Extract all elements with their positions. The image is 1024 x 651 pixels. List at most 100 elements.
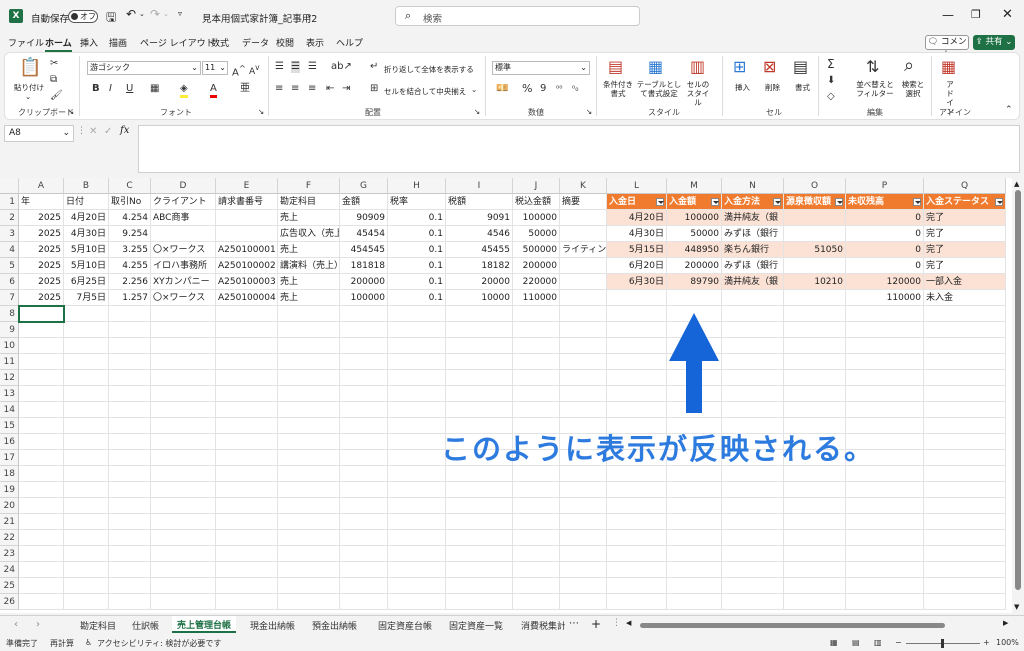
column-header[interactable]: J (513, 178, 560, 194)
tab-view[interactable]: 表示 (306, 36, 324, 49)
data-cell[interactable]: 220000 (513, 274, 560, 290)
cell[interactable] (722, 370, 784, 386)
cell[interactable] (151, 546, 216, 562)
cell[interactable] (151, 434, 216, 450)
data-cell[interactable]: 2025 (19, 242, 64, 258)
data-cell[interactable]: 広告収入（売上 (278, 226, 340, 242)
data-cell[interactable]: 10000 (446, 290, 513, 306)
cell[interactable] (607, 482, 667, 498)
cell[interactable] (64, 594, 109, 610)
cell[interactable] (340, 562, 388, 578)
zoom-slider-thumb[interactable] (941, 639, 944, 648)
cell[interactable] (513, 354, 560, 370)
data-cell[interactable]: 0.1 (388, 274, 446, 290)
data-cell[interactable]: 100000 (340, 290, 388, 306)
data-cell[interactable]: 4.254 (109, 210, 151, 226)
table-cell[interactable]: 楽ちん銀行 (722, 242, 784, 258)
cell[interactable] (340, 578, 388, 594)
data-cell[interactable]: 6月25日 (64, 274, 109, 290)
cell[interactable] (388, 530, 446, 546)
row-header[interactable]: 3 (0, 226, 19, 242)
data-cell[interactable]: 売上 (278, 290, 340, 306)
cell[interactable] (388, 514, 446, 530)
table-cell[interactable]: 完了 (924, 226, 1006, 242)
paste-icon[interactable]: 📋 (19, 58, 41, 78)
cell[interactable] (607, 338, 667, 354)
cell[interactable] (607, 370, 667, 386)
row-header[interactable]: 5 (0, 258, 19, 274)
data-cell[interactable] (560, 274, 607, 290)
cell[interactable] (513, 370, 560, 386)
cell[interactable] (64, 370, 109, 386)
table-cell[interactable]: 6月20日 (607, 258, 667, 274)
data-cell[interactable]: 500000 (513, 242, 560, 258)
table-cell[interactable]: 完了 (924, 242, 1006, 258)
cell[interactable] (924, 322, 1006, 338)
cell[interactable] (64, 466, 109, 482)
cell[interactable] (513, 306, 560, 322)
cell[interactable] (667, 562, 722, 578)
cell[interactable] (607, 514, 667, 530)
cell[interactable] (216, 306, 278, 322)
zoom-level[interactable]: 100% (996, 638, 1019, 647)
cell[interactable] (513, 386, 560, 402)
data-cell[interactable]: 4.255 (109, 258, 151, 274)
cell[interactable] (19, 450, 64, 466)
share-button[interactable]: ⇪ 共有 ⌄ (973, 35, 1015, 50)
cell[interactable] (19, 466, 64, 482)
cell[interactable] (607, 306, 667, 322)
cell[interactable] (924, 530, 1006, 546)
cell[interactable] (64, 482, 109, 498)
cell[interactable] (151, 370, 216, 386)
cell[interactable] (560, 402, 607, 418)
enter-icon[interactable]: ✓ (104, 126, 112, 137)
cell[interactable] (607, 354, 667, 370)
cell[interactable] (722, 386, 784, 402)
cell[interactable] (607, 322, 667, 338)
cell[interactable] (388, 418, 446, 434)
cell[interactable] (388, 306, 446, 322)
filter-dropdown-icon[interactable] (773, 198, 781, 206)
cell[interactable] (722, 322, 784, 338)
column-header[interactable]: P (846, 178, 924, 194)
cell[interactable] (784, 530, 846, 546)
cell[interactable] (216, 562, 278, 578)
sort-filter-icon[interactable]: ⇅ (866, 58, 879, 76)
cell[interactable] (64, 402, 109, 418)
table-cell[interactable] (784, 258, 846, 274)
cell[interactable] (846, 466, 924, 482)
data-cell[interactable]: 売上 (278, 210, 340, 226)
header-cell[interactable]: 勘定科目 (278, 194, 340, 210)
column-header[interactable]: N (722, 178, 784, 194)
cell[interactable] (278, 466, 340, 482)
table-cell[interactable]: 51050 (784, 242, 846, 258)
data-cell[interactable]: 2025 (19, 290, 64, 306)
cell[interactable] (216, 434, 278, 450)
comment-button[interactable]: 🗨 コメント (925, 35, 969, 60)
cell[interactable] (151, 578, 216, 594)
cell[interactable] (109, 370, 151, 386)
cell[interactable] (151, 562, 216, 578)
tab-file[interactable]: ファイル (8, 36, 44, 49)
cell[interactable] (109, 482, 151, 498)
cell[interactable] (513, 562, 560, 578)
data-cell[interactable]: 2025 (19, 274, 64, 290)
format-cells-icon[interactable]: ▤ (793, 58, 808, 76)
sheet-tab-journal[interactable]: 仕訳帳 (132, 619, 159, 632)
cell[interactable] (19, 418, 64, 434)
cell[interactable] (216, 370, 278, 386)
cell[interactable] (846, 386, 924, 402)
cell[interactable] (109, 466, 151, 482)
cell[interactable] (607, 386, 667, 402)
format-as-table-icon[interactable]: ▦ (648, 58, 663, 76)
data-cell[interactable]: 〇×ワークス (151, 290, 216, 306)
collapse-ribbon-icon[interactable]: ⌃ (1005, 104, 1013, 116)
cell[interactable] (64, 578, 109, 594)
data-cell[interactable]: 4月20日 (64, 210, 109, 226)
insert-cells-button[interactable]: 挿入 (735, 82, 750, 93)
row-header[interactable]: 9 (0, 322, 19, 338)
redo-dropdown-icon[interactable]: ⌄ (163, 10, 169, 18)
table-header-cell[interactable]: 入金日 (607, 194, 667, 210)
phonetic-icon[interactable]: 亜 (240, 83, 250, 95)
table-cell[interactable]: 10210 (784, 274, 846, 290)
